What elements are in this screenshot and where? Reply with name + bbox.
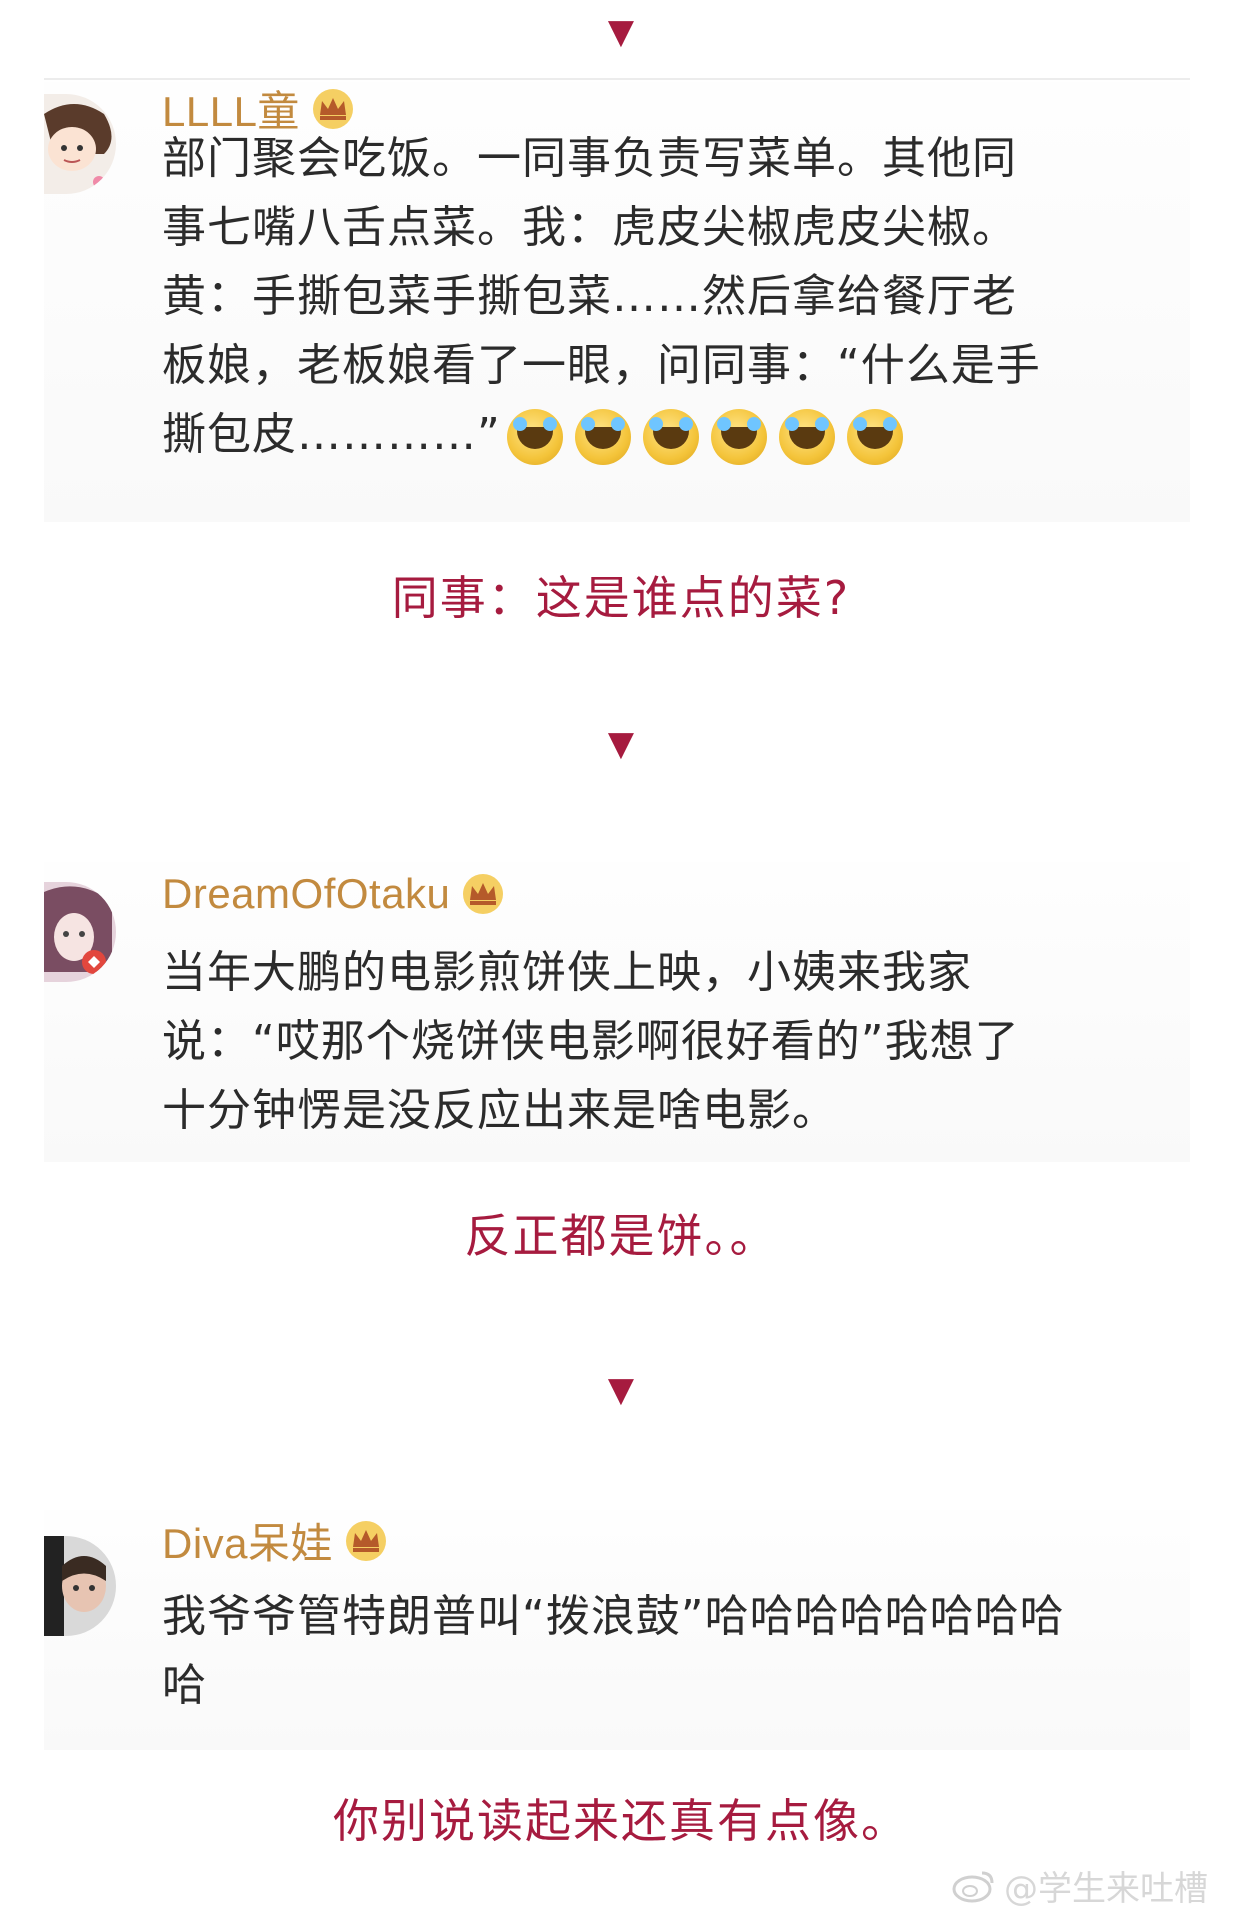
section-marker-3: ▼	[607, 1370, 635, 1410]
username-3[interactable]: Diva呆娃	[162, 1510, 389, 1571]
username-label-3[interactable]: Diva呆娃	[162, 1510, 333, 1571]
post-card-1: LLLL童 部门聚会吃饭。一同事负责写菜单。其他同 事七嘴八舌点菜。我：虎皮尖椒…	[44, 82, 1190, 522]
laugh-cry-emoji-icon	[778, 409, 835, 465]
post-text-3: 我爷爷管特朗普叫“拨浪鼓”哈哈哈哈哈哈哈哈 哈	[162, 1591, 1065, 1711]
username-label-2[interactable]: DreamOfOtaku	[162, 870, 450, 918]
section-marker-1: ▼	[607, 12, 635, 52]
laugh-cry-emoji-icon	[846, 409, 903, 465]
caption-3: 你别说读起来还真有点像。	[333, 1794, 909, 1848]
laugh-cry-emoji-icon	[642, 409, 699, 465]
watermark: @学生来吐槽	[952, 1861, 1208, 1910]
crown-badge-icon	[346, 1520, 387, 1561]
watermark-text: @学生来吐槽	[1004, 1869, 1208, 1909]
emoji-row	[506, 409, 903, 465]
crown-badge-icon	[463, 874, 504, 914]
username-2[interactable]: DreamOfOtaku	[162, 870, 506, 918]
post-text-2: 当年大鹏的电影煎饼侠上映，小姨来我家 说：“哎那个烧饼侠电影啊很好看的”我想了 …	[162, 947, 1020, 1136]
weibo-logo-icon	[952, 1871, 994, 1902]
section-marker-2: ▼	[607, 724, 635, 764]
laugh-cry-emoji-icon	[574, 409, 631, 465]
caption-2: 反正都是饼。。	[464, 1209, 778, 1263]
laugh-cry-emoji-icon	[710, 409, 767, 465]
post-text-1: 部门聚会吃饭。一同事负责写菜单。其他同 事七嘴八舌点菜。我：虎皮尖椒虎皮尖椒。 …	[162, 124, 1182, 469]
caption-1: 同事：这是谁点的菜?	[391, 571, 851, 625]
post-card-3: Diva呆娃 我爷爷管特朗普叫“拨浪鼓”哈哈哈哈哈哈哈哈 哈	[44, 1510, 1190, 1750]
post-card-2: DreamOfOtaku 当年大鹏的电影煎饼侠上映，小姨来我家 说：“哎那个烧饼…	[44, 862, 1190, 1162]
laugh-cry-emoji-icon	[506, 409, 563, 465]
